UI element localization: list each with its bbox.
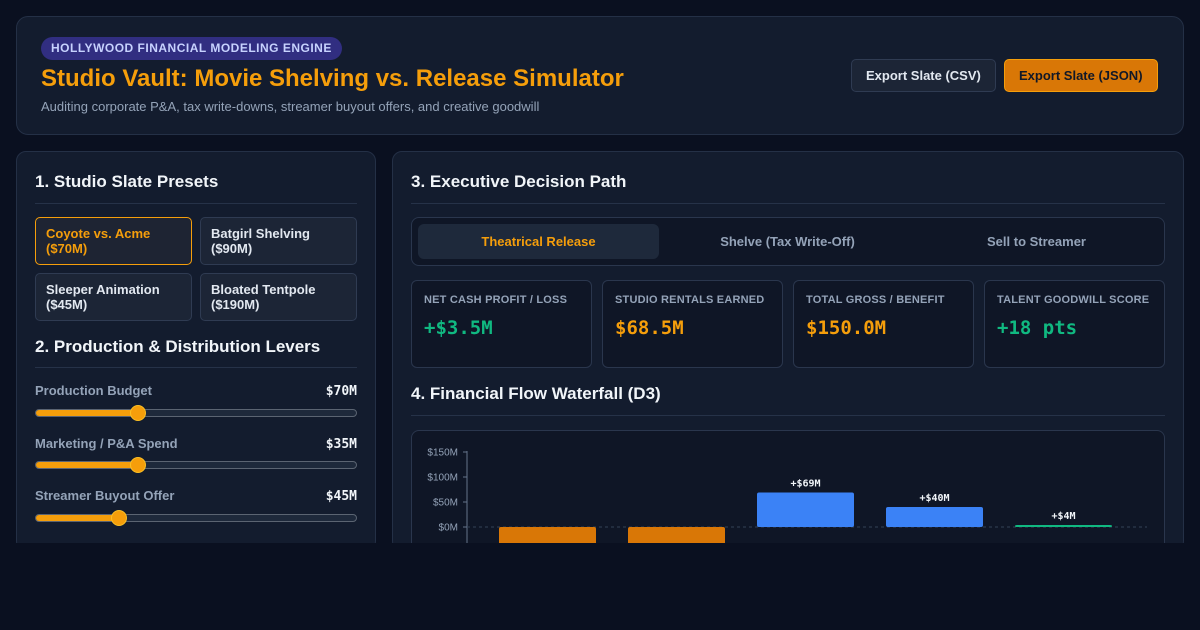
kpi-label: TALENT GOODWILL SCORE	[997, 294, 1150, 306]
preset-coyote-vs-acme[interactable]: Coyote vs. Acme ($70M)	[35, 217, 192, 265]
tab-sell-to-streamer[interactable]: Sell to Streamer	[916, 224, 1157, 259]
kpi-rentals: STUDIO RENTALS EARNED $68.5M	[602, 280, 783, 368]
kpi-value: $150.0M	[806, 317, 887, 339]
bar-value-label: +$40M	[919, 493, 949, 504]
preset-name: Bloated Tentpole	[211, 282, 316, 297]
divider	[411, 415, 1165, 416]
tab-theatrical-release[interactable]: Theatrical Release	[418, 224, 659, 259]
decision-title: 3. Executive Decision Path	[411, 172, 627, 191]
waterfall-bar	[886, 507, 983, 527]
preset-budget: ($45M)	[46, 297, 88, 312]
waterfall-svg: $150M $100M $50M $0M +$69M +$40M +$4M	[427, 448, 1147, 559]
engine-badge: HOLLYWOOD FINANCIAL MODELING ENGINE	[41, 37, 342, 60]
y-tick-label: $100M	[427, 473, 458, 484]
waterfall-chart: $150M $100M $50M $0M +$69M +$40M +$4M	[411, 430, 1165, 560]
y-tick-label: $0M	[439, 523, 458, 534]
kpi-label: NET CASH PROFIT / LOSS	[424, 294, 568, 306]
preset-name: Coyote vs. Acme	[46, 226, 151, 241]
decision-panel: 3. Executive Decision Path Theatrical Re…	[392, 151, 1184, 560]
export-csv-button[interactable]: Export Slate (CSV)	[851, 59, 996, 92]
preset-name: Batgirl Shelving	[211, 226, 310, 241]
slider-fill	[36, 462, 139, 468]
waterfall-bar	[1015, 525, 1112, 527]
bar-value-label: +$69M	[790, 479, 820, 490]
kpi-net-profit: NET CASH PROFIT / LOSS +$3.5M	[411, 280, 592, 368]
page-subtitle: Auditing corporate P&A, tax write-downs,…	[41, 99, 540, 114]
presets-title: 1. Studio Slate Presets	[35, 172, 219, 191]
kpi-total-gross: TOTAL GROSS / BENEFIT $150.0M	[793, 280, 974, 368]
tab-shelve[interactable]: Shelve (Tax Write-Off)	[667, 224, 908, 259]
preset-batgirl-shelving[interactable]: Batgirl Shelving ($90M)	[200, 217, 357, 265]
bar-value-label: +$4M	[1051, 511, 1075, 522]
divider	[35, 203, 357, 204]
preset-budget: ($70M)	[46, 241, 88, 256]
waterfall-bar	[757, 492, 854, 527]
slider-fill	[36, 410, 139, 416]
viewport-cutoff	[0, 543, 1200, 630]
streamer-offer-slider[interactable]	[35, 510, 357, 526]
slider-thumb[interactable]	[111, 510, 128, 526]
levers-title: 2. Production & Distribution Levers	[35, 337, 321, 356]
streamer-offer-value: $45M	[325, 489, 357, 504]
preset-bloated-tentpole[interactable]: Bloated Tentpole ($190M)	[200, 273, 357, 321]
marketing-spend-label: Marketing / P&A Spend	[35, 436, 178, 451]
controls-panel: 1. Studio Slate Presets Coyote vs. Acme …	[16, 151, 376, 551]
y-tick-label: $50M	[433, 498, 458, 509]
marketing-spend-slider[interactable]	[35, 457, 357, 473]
streamer-offer-label: Streamer Buyout Offer	[35, 488, 175, 503]
app-header: HOLLYWOOD FINANCIAL MODELING ENGINE Stud…	[16, 16, 1184, 135]
divider	[411, 203, 1165, 204]
page-title: Studio Vault: Movie Shelving vs. Release…	[41, 65, 624, 92]
preset-name: Sleeper Animation	[46, 282, 160, 297]
kpi-value: +$3.5M	[424, 317, 493, 339]
production-budget-slider[interactable]	[35, 405, 357, 421]
preset-budget: ($190M)	[211, 297, 260, 312]
waterfall-title: 4. Financial Flow Waterfall (D3)	[411, 384, 661, 403]
slider-thumb[interactable]	[130, 457, 147, 473]
marketing-spend-value: $35M	[325, 437, 357, 452]
slider-thumb[interactable]	[130, 405, 147, 421]
kpi-goodwill: TALENT GOODWILL SCORE +18 pts	[984, 280, 1165, 368]
y-tick-label: $150M	[427, 448, 458, 459]
export-json-button[interactable]: Export Slate (JSON)	[1004, 59, 1158, 92]
production-budget-label: Production Budget	[35, 383, 152, 398]
decision-tabs: Theatrical Release Shelve (Tax Write-Off…	[411, 217, 1165, 266]
kpi-value: +18 pts	[997, 317, 1078, 339]
divider	[35, 367, 357, 368]
production-budget-value: $70M	[325, 384, 357, 399]
kpi-value: $68.5M	[615, 317, 684, 339]
kpi-label: TOTAL GROSS / BENEFIT	[806, 294, 945, 306]
slider-fill	[36, 515, 120, 521]
preset-budget: ($90M)	[211, 241, 253, 256]
waterfall-bar	[628, 527, 725, 545]
kpi-label: STUDIO RENTALS EARNED	[615, 294, 765, 306]
preset-sleeper-animation[interactable]: Sleeper Animation ($45M)	[35, 273, 192, 321]
